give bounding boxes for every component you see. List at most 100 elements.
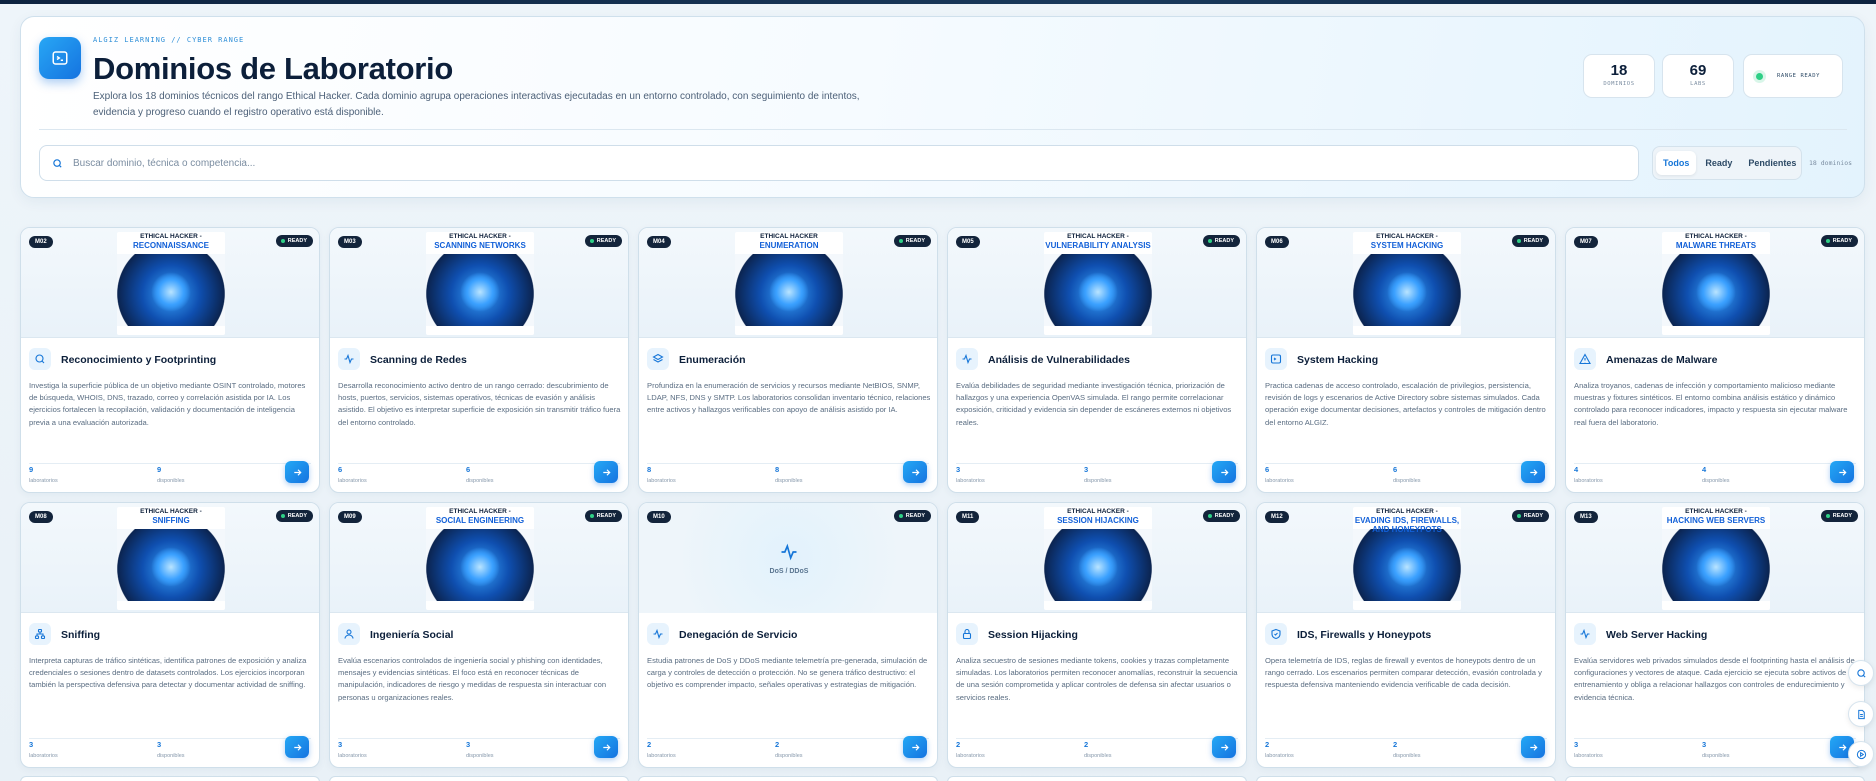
domain-card[interactable]: ETHICAL HACKER - SYSTEM HACKING M06 READ… [1256,227,1556,493]
domain-name: Session Hijacking [988,629,1078,641]
ready-badge-label: READY [596,513,616,519]
domain-description: Profundiza en la enumeración de servicio… [647,381,931,415]
open-domain-button[interactable] [1212,461,1236,483]
available-count: 9 [157,465,162,474]
arrow-right-icon [1529,468,1538,476]
thumbnail-caption: ETHICAL HACKER - [140,233,202,240]
open-domain-button[interactable] [594,461,618,483]
pulse-icon [338,348,360,370]
thumbnail-caption: ETHICAL HACKER - [1685,233,1747,240]
card-peek [1565,776,1865,781]
arrow-right-icon [1838,743,1847,751]
open-domain-button[interactable] [1212,736,1236,758]
divider [338,463,620,464]
play-icon [1856,749,1866,759]
filter-todos[interactable]: Todos [1656,151,1697,175]
arrow-right-icon [293,468,302,476]
module-code-badge: M04 [647,236,671,248]
arrow-right-icon [1220,468,1229,476]
ready-badge: READY [1511,235,1549,247]
open-domain-button[interactable] [285,461,309,483]
open-domain-button[interactable] [285,736,309,758]
available-count: 3 [466,740,471,749]
domain-card[interactable]: ETHICAL HACKER - SCANNING NETWORKS M03 R… [329,227,629,493]
domain-card[interactable]: ETHICAL HACKER - SOCIAL ENGINEERING M09 … [329,502,629,768]
arrow-right-icon [1529,743,1538,751]
user-icon [338,623,360,645]
thumbnail-caption: ETHICAL HACKER - [449,233,511,240]
page-header: ALGIZ LEARNING // CYBER RANGE Dominios d… [20,16,1865,198]
labs-label: laboratorios [29,753,58,759]
domain-card[interactable]: ETHICAL HACKER - HACKING WEB SERVERS M13… [1565,502,1865,768]
search-input[interactable] [73,157,1573,169]
card-media: ETHICAL HACKER ENUMERATION M04 READY [639,228,937,338]
available-count: 6 [466,465,471,474]
open-domain-button[interactable] [1830,461,1854,483]
thumbnail-title: SESSION HIJACKING [1057,516,1139,525]
domain-description: Desarrolla reconocimiento activo dentro … [338,381,621,427]
domain-card[interactable]: ETHICAL HACKER - SNIFFING M08 READY Snif… [20,502,320,768]
thumbnail-caption: ETHICAL HACKER - [140,508,202,515]
available-count: 3 [1702,740,1707,749]
domain-card[interactable]: ETHICAL HACKER - VULNERABILITY ANALYSIS … [947,227,1247,493]
domain-card[interactable]: ETHICAL HACKER - RECONNAISSANCE M02 READ… [20,227,320,493]
divider [29,738,311,739]
domain-thumbnail: ETHICAL HACKER - EVADING IDS, FIREWALLS,… [1353,507,1461,610]
thumbnail-title: EVADING IDS, FIREWALLS, AND HONEYPOTS [1354,516,1460,534]
open-domain-button[interactable] [1521,461,1545,483]
domain-name: Enumeración [679,354,746,366]
labs-label: laboratorios [1265,478,1294,484]
domain-thumbnail: ETHICAL HACKER - SNIFFING [117,507,225,610]
labs-label: laboratorios [647,753,676,759]
ready-badge: READY [1202,510,1240,522]
open-domain-button[interactable] [903,461,927,483]
domain-card[interactable]: ETHICAL HACKER ENUMERATION M04 READY Enu… [638,227,938,493]
ready-dot-icon [1516,239,1521,243]
labs-label: laboratorios [956,478,985,484]
open-domain-button[interactable] [594,736,618,758]
domain-description: Evalúa escenarios controlados de ingenie… [338,656,607,702]
available-count: 2 [1393,740,1398,749]
thumbnail-title: HACKING WEB SERVERS [1666,516,1766,525]
side-search-button[interactable] [1848,660,1874,686]
ready-dot-icon [1207,239,1212,243]
domain-description: Evalúa debilidades de seguridad mediante… [956,381,1232,427]
card-peek [947,776,1247,781]
card-media: ETHICAL HACKER - SESSION HIJACKING M11 R… [948,503,1246,613]
ready-badge: READY [1820,510,1858,522]
network-icon [29,623,51,645]
divider [647,463,929,464]
ready-badge: READY [1202,235,1240,247]
status-dot-icon [1756,72,1763,80]
domain-card[interactable]: DoS / DDoS M10 READY Denegación de Servi… [638,502,938,768]
open-domain-button[interactable] [1521,736,1545,758]
domain-thumbnail: ETHICAL HACKER - MALWARE THREATS [1662,232,1770,335]
ready-dot-icon [898,514,903,518]
ready-badge-label: READY [1523,513,1543,519]
available-label: disponibles [1702,478,1730,484]
open-domain-button[interactable] [903,736,927,758]
thumbnail-title: SYSTEM HACKING [1370,241,1444,250]
filter-ready[interactable]: Ready [1698,151,1739,175]
module-code-badge: M02 [29,236,53,248]
domain-card[interactable]: ETHICAL HACKER - EVADING IDS, FIREWALLS,… [1256,502,1556,768]
search-icon [53,158,62,168]
module-code-badge: M06 [1265,236,1289,248]
labs-count: 2 [956,740,961,749]
filter-group: Todos Ready Pendientes [1652,146,1802,180]
domain-name: IDS, Firewalls y Honeypots [1297,629,1432,641]
domain-card[interactable]: ETHICAL HACKER - MALWARE THREATS M07 REA… [1565,227,1865,493]
domain-thumbnail: ETHICAL HACKER - SCANNING NETWORKS [426,232,534,335]
stat-domains-value: 18 [1610,62,1628,79]
search-box[interactable] [39,145,1639,181]
thumbnail-caption: ETHICAL HACKER - [1376,508,1438,515]
ready-dot-icon [280,514,285,518]
shield-icon [1265,623,1287,645]
filter-pendientes[interactable]: Pendientes [1741,151,1803,175]
domain-card[interactable]: ETHICAL HACKER - SESSION HIJACKING M11 R… [947,502,1247,768]
side-document-button[interactable] [1848,701,1874,727]
domain-description: Analiza troyanos, cadenas de infección y… [1574,381,1848,427]
side-play-button[interactable] [1848,741,1874,767]
labs-label: laboratorios [1265,753,1294,759]
ready-badge-label: READY [1214,513,1234,519]
